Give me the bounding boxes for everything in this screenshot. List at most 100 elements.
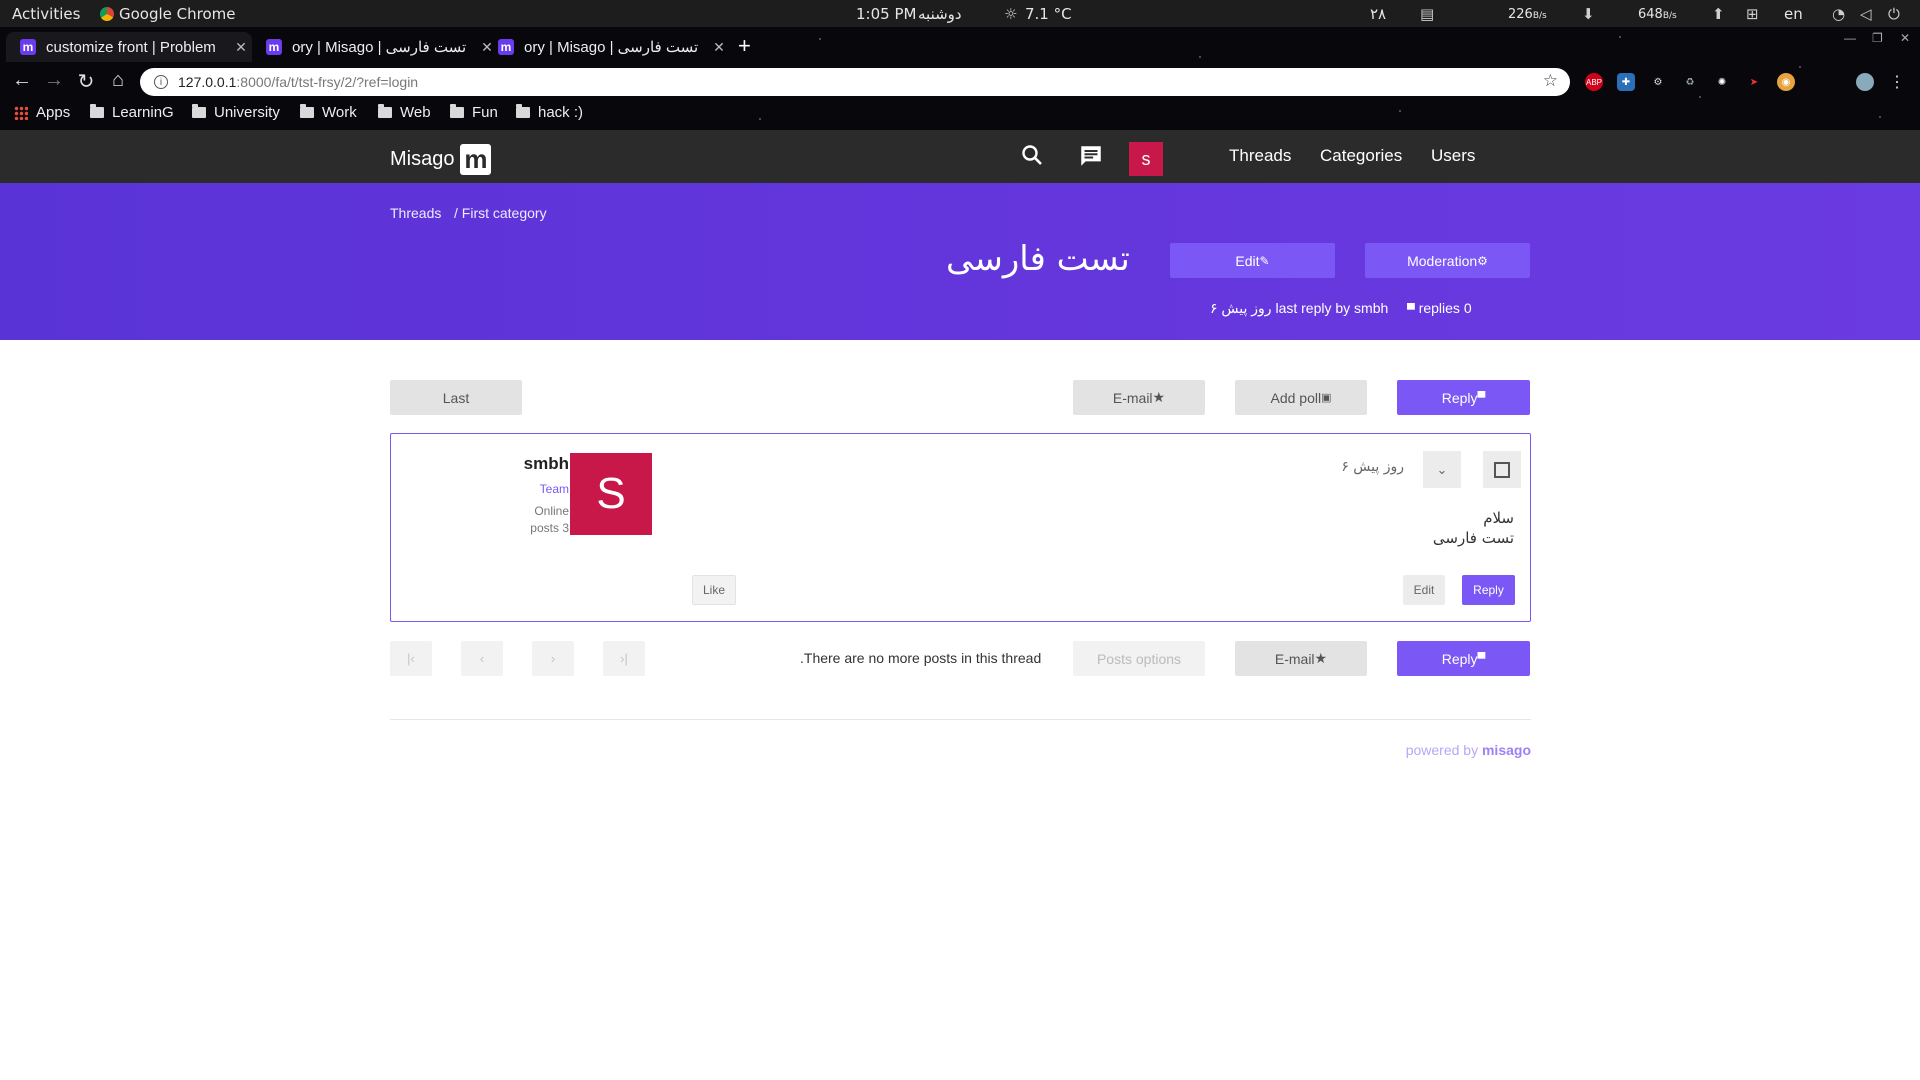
folder-icon [192, 104, 206, 118]
weather-temp[interactable]: 7.1 °C [1025, 5, 1072, 23]
arrow-extension-icon[interactable]: ➤ [1745, 73, 1763, 91]
edit-post-button[interactable]: Edit [1403, 575, 1445, 605]
user-avatar-button[interactable]: s [1129, 142, 1163, 176]
reply-button-bottom[interactable]: Reply ▀ [1397, 641, 1530, 676]
search-icon[interactable] [1020, 143, 1044, 172]
reload-icon[interactable]: ↻ [72, 69, 100, 94]
tab-customize-front[interactable]: m customize front | Problem ✕ [6, 32, 252, 62]
star-icon: ★ [1152, 389, 1166, 405]
gear-extension-icon[interactable]: ⚙ [1649, 73, 1667, 91]
checkbox-icon [1494, 461, 1510, 478]
post-card: ⌄ ۶ روز پیش سلام تست فارسی S smbh Team O… [390, 433, 1531, 622]
gear-icon: ⚙ [1477, 253, 1488, 268]
bookmark-fun[interactable]: Fun [450, 104, 498, 121]
select-post-checkbox[interactable] [1483, 451, 1521, 488]
extension-puzzle-icon[interactable]: ✚ [1617, 73, 1635, 91]
star-icon: ★ [1314, 650, 1328, 666]
nav-categories-link[interactable]: Categories [1320, 146, 1402, 166]
chrome-icon [100, 7, 114, 21]
brand-name: Misago [390, 148, 455, 170]
post-options-dropdown[interactable]: ⌄ [1423, 451, 1461, 488]
new-tab-button[interactable]: + [738, 33, 751, 59]
reply-button[interactable]: Reply ▀ [1397, 380, 1530, 415]
volume-icon[interactable]: ◁ [1860, 5, 1872, 23]
author-rank[interactable]: Team [431, 482, 569, 496]
bookmark-university[interactable]: University [192, 104, 280, 121]
clock[interactable]: 1:05 PM [856, 5, 916, 23]
power-icon[interactable]: ⏻ [1888, 5, 1900, 23]
close-tab-icon[interactable]: ✕ [708, 39, 730, 56]
tab-misago-thread[interactable]: m ory | Misago | تست فارسی ✕ [252, 32, 498, 62]
bookmark-learning[interactable]: LearninG [90, 104, 174, 121]
comment-icon: ▀ [1407, 304, 1415, 316]
apps-grid-icon[interactable]: ⊞ [1746, 5, 1759, 23]
breadcrumb-threads[interactable]: Threads [390, 205, 441, 221]
restore-icon[interactable]: ❐ [1872, 31, 1883, 45]
misago-link[interactable]: misago [1482, 742, 1531, 758]
powered-by: powered by misago [1405, 742, 1531, 758]
activities-button[interactable]: Activities [12, 5, 80, 23]
net-down-rate: 226B/s [1508, 7, 1547, 22]
private-threads-icon[interactable] [1078, 143, 1104, 174]
last-page-icon[interactable]: ›| [603, 641, 645, 676]
keyboard-language[interactable]: en [1784, 5, 1803, 23]
site-brand[interactable]: Misago m [390, 144, 492, 175]
forward-icon[interactable]: → [40, 69, 68, 92]
moderation-button[interactable]: Moderation ⚙ [1365, 243, 1530, 278]
owl-extension-icon[interactable]: ◉ [1777, 73, 1795, 91]
nav-users-link[interactable]: Users [1431, 146, 1475, 166]
clipboard-icon[interactable]: ▤ [1420, 5, 1434, 23]
active-app-menu[interactable]: Google Chrome [100, 5, 236, 23]
no-more-posts-message: .There are no more posts in this thread [800, 650, 1042, 666]
bookmark-apps[interactable]: Apps [14, 104, 70, 121]
author-avatar[interactable]: S [570, 453, 652, 535]
next-page-icon[interactable]: › [532, 641, 574, 676]
apps-icon [14, 105, 28, 120]
author-name[interactable]: smbh [431, 454, 569, 474]
tab-title: ory | Misago | تست فارسی [524, 39, 699, 56]
folder-icon [300, 104, 314, 118]
net-up-rate: 648B/s [1638, 7, 1677, 22]
bookmark-work[interactable]: Work [300, 104, 357, 121]
post-date[interactable]: ۶ روز پیش [1341, 459, 1404, 475]
address-bar[interactable]: i 127.0.0.1:8000/fa/t/tst-frsy/2/?ref=lo… [140, 68, 1570, 96]
misago-logo-icon: m [460, 144, 492, 175]
post-content: سلام تست فارسی [1433, 508, 1514, 548]
recycle-icon[interactable]: ♻ [1681, 73, 1699, 91]
last-page-button[interactable]: Last [390, 380, 522, 415]
tab-misago-thread-2[interactable]: m ory | Misago | تست فارسی ✕ [484, 32, 730, 62]
add-poll-button[interactable]: Add poll ▣ [1235, 380, 1367, 415]
home-icon[interactable]: ⌂ [104, 69, 132, 92]
footer-divider [390, 719, 1531, 720]
profile-icon[interactable] [1856, 73, 1874, 91]
thread-title: تست فارسی [946, 239, 1130, 279]
edit-thread-button[interactable]: Edit ✎ [1170, 243, 1335, 278]
breadcrumb-category[interactable]: / First category [454, 205, 547, 221]
email-subscribe-button-bottom[interactable]: E-mail ★ [1235, 641, 1367, 676]
first-page-icon[interactable]: |‹ [390, 641, 432, 676]
like-button[interactable]: Like [692, 575, 736, 605]
minimize-icon[interactable]: — [1844, 31, 1856, 45]
close-tab-icon[interactable]: ✕ [230, 39, 252, 56]
globe-extension-icon[interactable]: ✺ [1713, 73, 1731, 91]
misago-favicon: m [266, 39, 282, 55]
bookmark-hack[interactable]: hack :) [516, 104, 583, 121]
date-number: ۲۸ [1370, 5, 1387, 23]
previous-page-icon[interactable]: ‹ [461, 641, 503, 676]
email-subscribe-button[interactable]: E-mail ★ [1073, 380, 1205, 415]
wifi-icon[interactable]: ◔ [1832, 5, 1845, 23]
posts-options-button[interactable]: Posts options [1073, 641, 1205, 676]
reply-post-button[interactable]: Reply [1462, 575, 1515, 605]
adblock-icon[interactable]: ABP [1585, 73, 1603, 91]
back-icon[interactable]: ← [8, 69, 36, 92]
bookmarks-bar: Apps LearninG University Work Web Fun ha… [0, 100, 1920, 128]
close-window-icon[interactable]: ✕ [1900, 31, 1910, 45]
more-menu-icon[interactable]: ⋮ [1888, 73, 1906, 91]
site-info-icon[interactable]: i [154, 75, 168, 89]
tab-title: ory | Misago | تست فارسی [292, 39, 467, 56]
nav-threads-link[interactable]: Threads [1229, 146, 1291, 166]
folder-icon [516, 104, 530, 118]
bookmark-web[interactable]: Web [378, 104, 431, 121]
folder-icon [90, 104, 104, 118]
bookmark-star-icon[interactable]: ☆ [1543, 71, 1558, 91]
